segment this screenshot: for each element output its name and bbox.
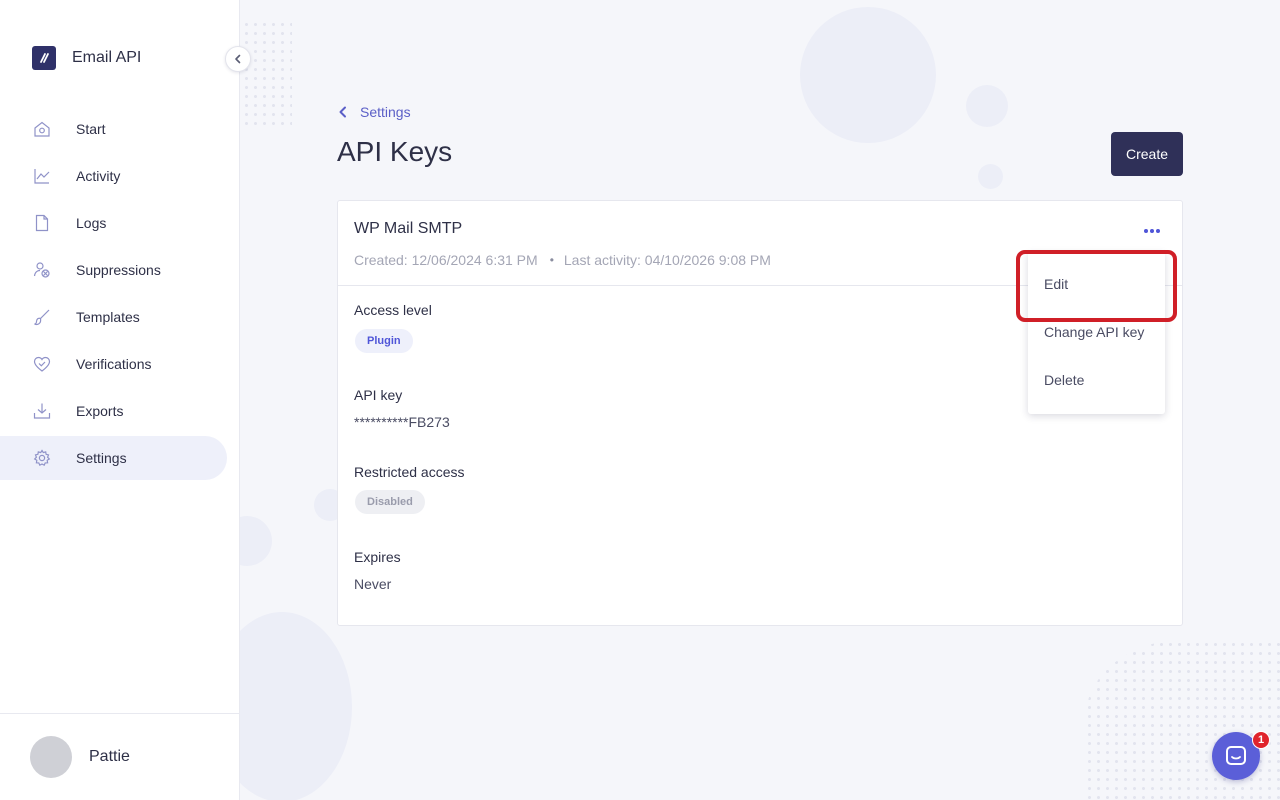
expires-value: Never (354, 576, 392, 592)
api-key-value: **********FB273 (354, 414, 450, 430)
api-key-meta: Created: 12/06/2024 6:31 PM • Last activ… (354, 252, 771, 268)
heart-check-icon (32, 354, 52, 374)
sidebar-item-templates[interactable]: Templates (0, 295, 227, 339)
user-name: Pattie (89, 748, 130, 765)
chevron-left-icon (235, 54, 241, 64)
sidebar-item-label: Start (76, 121, 106, 137)
sidebar-item-verifications[interactable]: Verifications (0, 342, 227, 386)
sidebar: Email API Start Activity Logs Suppressio… (0, 0, 240, 800)
sidebar-item-label: Settings (76, 450, 127, 466)
user-profile[interactable]: Pattie (0, 713, 240, 800)
meta-separator: • (549, 253, 554, 267)
chat-icon (1226, 746, 1246, 765)
app-name: Email API (72, 49, 142, 66)
user-block-icon (32, 260, 52, 280)
download-icon (32, 401, 52, 421)
access-level-label: Access level (354, 302, 432, 318)
breadcrumb-link[interactable]: Settings (360, 104, 411, 120)
brand: Email API (32, 46, 141, 70)
more-options-button[interactable] (1138, 219, 1166, 243)
sidebar-item-label: Exports (76, 403, 124, 419)
sidebar-item-settings[interactable]: Settings (0, 436, 227, 480)
expires-label: Expires (354, 549, 401, 565)
avatar (30, 736, 72, 778)
create-button[interactable]: Create (1111, 132, 1183, 176)
sidebar-item-label: Logs (76, 215, 107, 231)
restricted-access-badge: Disabled (355, 490, 425, 514)
restricted-access-label: Restricted access (354, 464, 465, 480)
chevron-left-icon (339, 106, 346, 118)
sidebar-item-exports[interactable]: Exports (0, 389, 227, 433)
chart-line-icon (32, 166, 52, 186)
chat-unread-badge: 1 (1252, 731, 1270, 749)
access-level-badge: Plugin (355, 329, 413, 353)
sidebar-item-label: Suppressions (76, 262, 161, 278)
page-title: API Keys (337, 136, 453, 167)
sidebar-item-logs[interactable]: Logs (0, 201, 227, 245)
key-actions-menu: Edit Change API key Delete (1028, 252, 1165, 414)
menu-item-edit[interactable]: Edit (1044, 276, 1068, 292)
sidebar-item-label: Activity (76, 168, 121, 184)
sidebar-nav: Start Activity Logs Suppressions Templat… (0, 107, 240, 483)
sidebar-item-suppressions[interactable]: Suppressions (0, 248, 227, 292)
sidebar-item-activity[interactable]: Activity (0, 154, 227, 198)
brush-icon (32, 307, 52, 327)
logo-icon (32, 46, 56, 70)
collapse-sidebar-button[interactable] (225, 46, 251, 72)
menu-item-change-api-key[interactable]: Change API key (1044, 324, 1144, 340)
home-icon (32, 119, 52, 139)
api-key-label: API key (354, 387, 403, 403)
file-icon (32, 213, 52, 233)
sidebar-item-start[interactable]: Start (0, 107, 227, 151)
gear-icon (32, 448, 52, 468)
more-horizontal-icon (1144, 229, 1160, 233)
breadcrumb[interactable]: Settings (338, 104, 411, 120)
created-date: Created: 12/06/2024 6:31 PM (354, 252, 538, 268)
sidebar-item-label: Templates (76, 309, 140, 325)
last-activity: Last activity: 04/10/2026 9:08 PM (563, 252, 771, 268)
api-key-name: WP Mail SMTP (354, 220, 463, 237)
sidebar-item-label: Verifications (76, 356, 152, 372)
menu-item-delete[interactable]: Delete (1044, 372, 1084, 388)
